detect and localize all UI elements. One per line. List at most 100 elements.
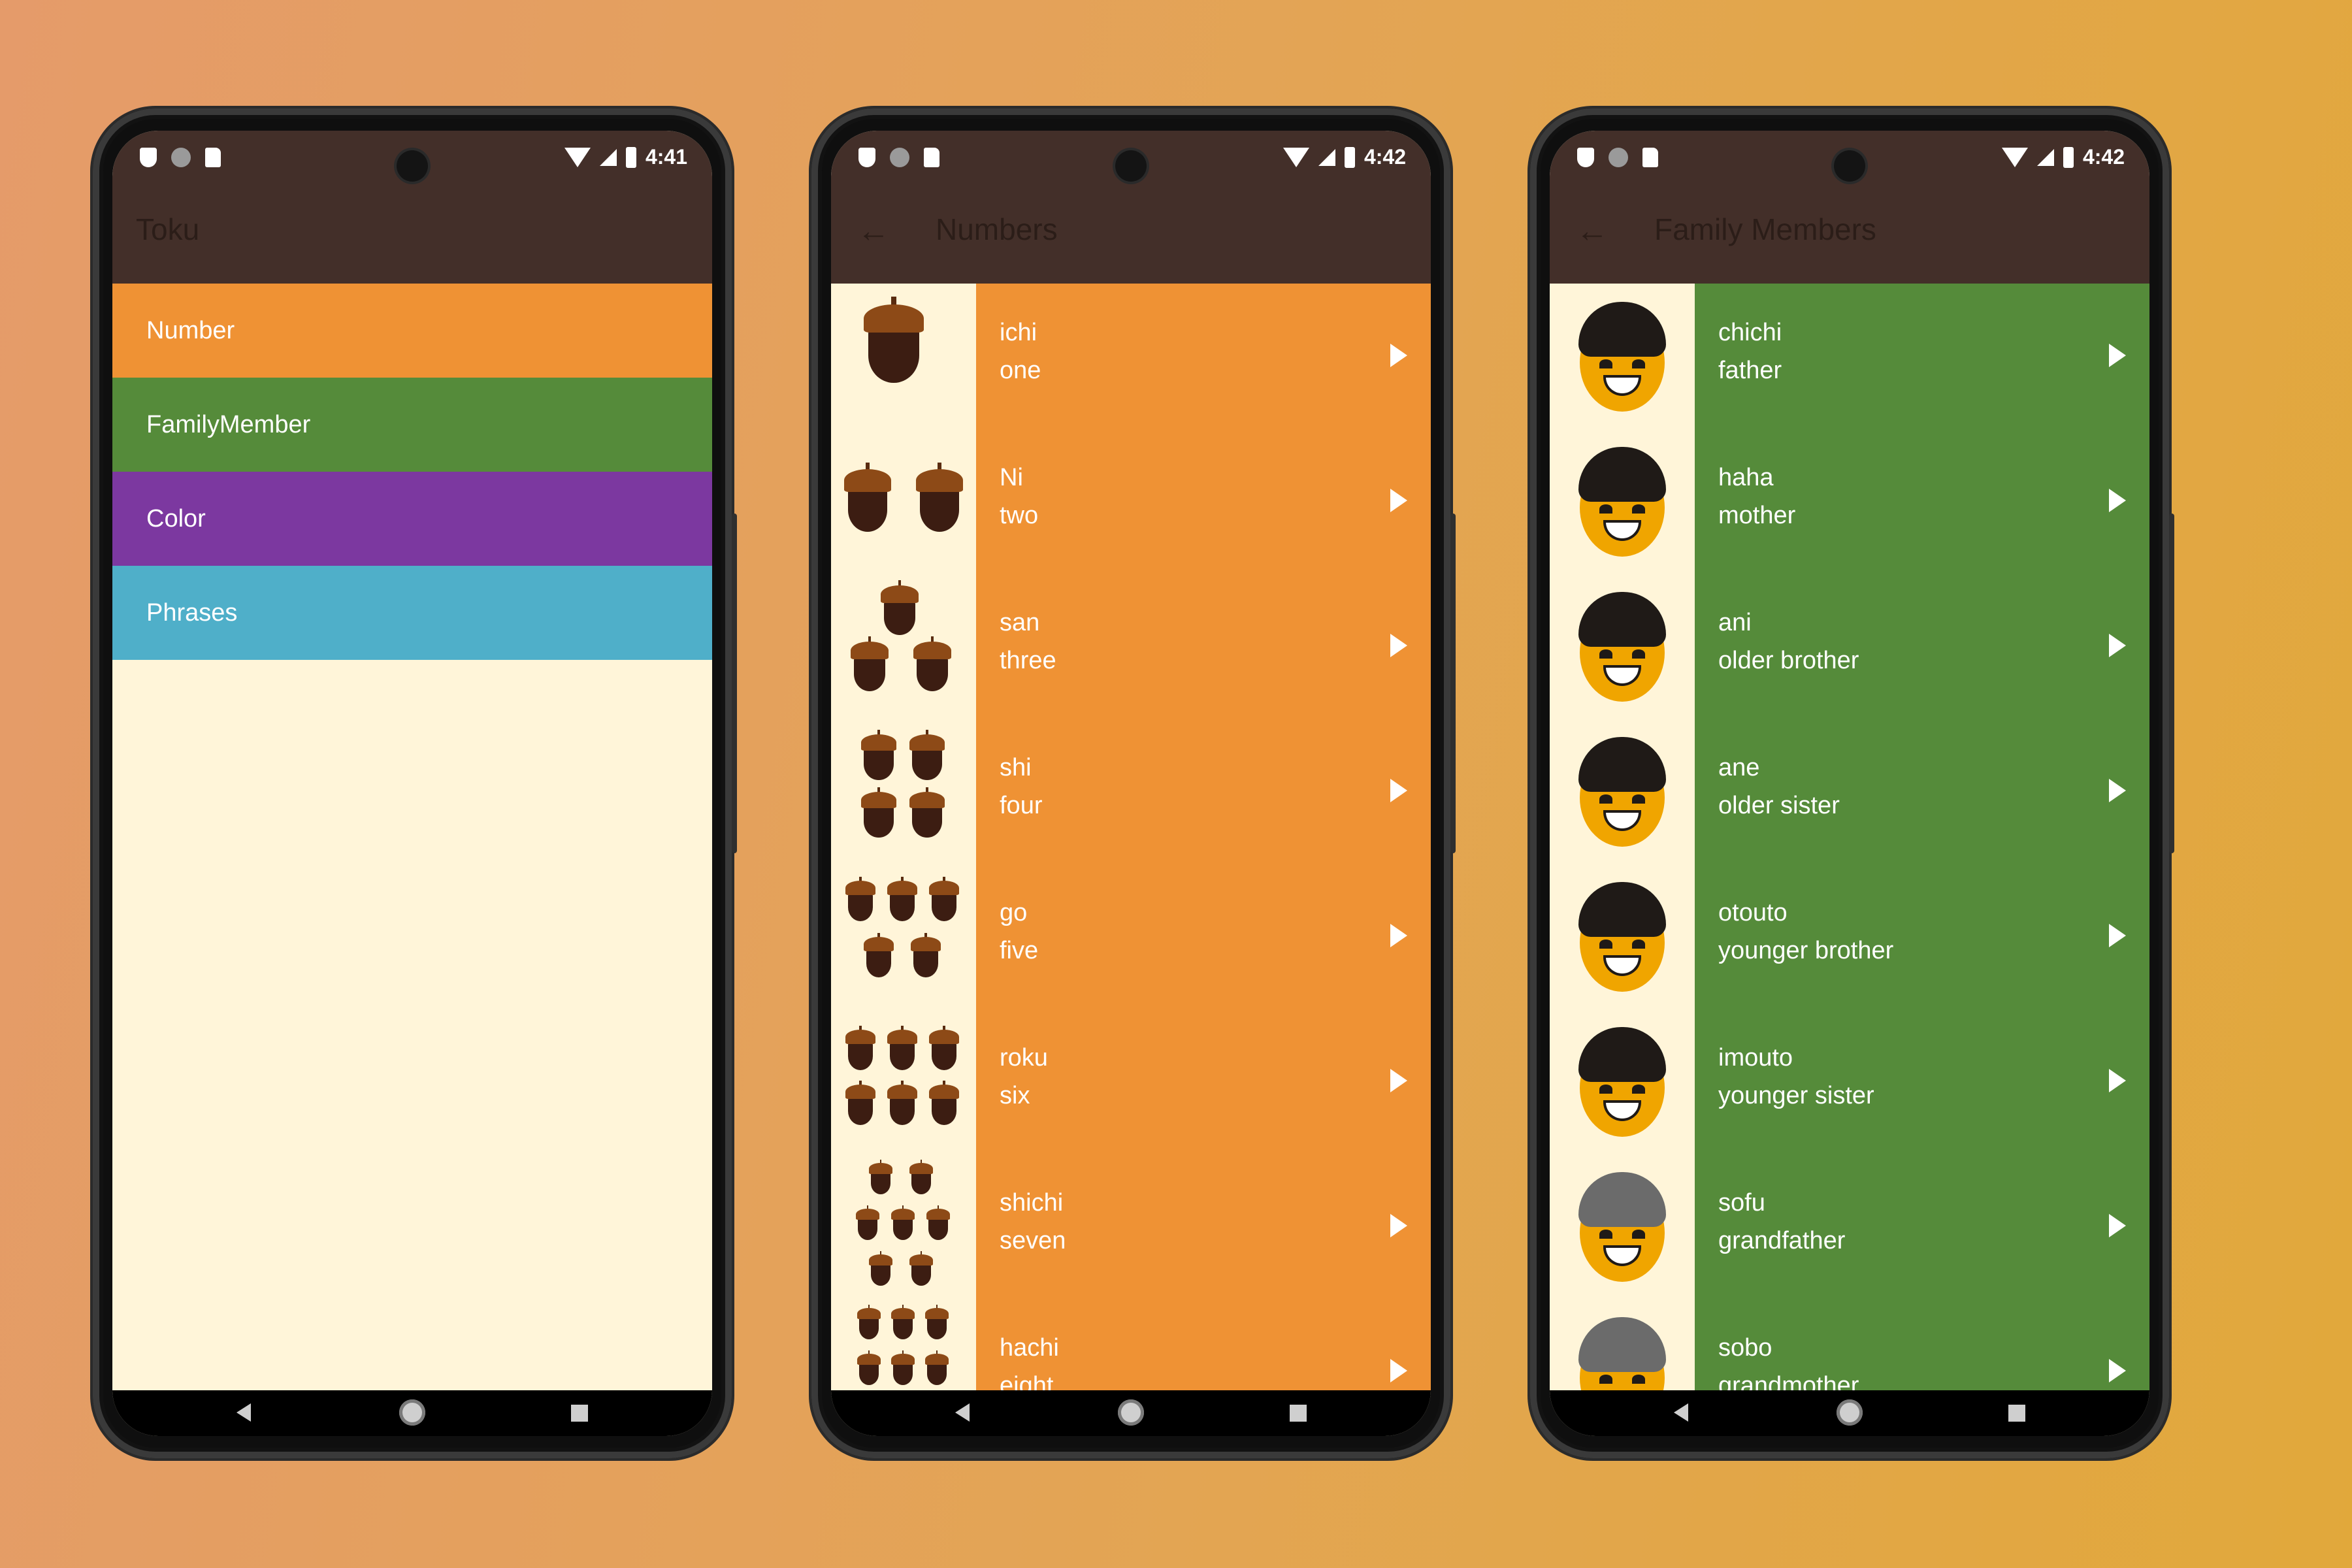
acorn-icon [881, 580, 919, 635]
face-icon [1576, 882, 1669, 993]
back-arrow-icon[interactable]: ← [857, 214, 890, 247]
item-text-area: sobo grandmother [1695, 1299, 2149, 1390]
list-item[interactable]: go five [831, 864, 1431, 1009]
play-icon[interactable] [1390, 489, 1407, 512]
list-item[interactable]: ani older brother [1550, 574, 2149, 719]
item-text-area: shichi seven [976, 1154, 1431, 1299]
list-item[interactable]: roku six [831, 1009, 1431, 1154]
play-icon[interactable] [1390, 779, 1407, 802]
nav-home-icon[interactable] [1837, 1399, 1863, 1426]
page-title: Numbers [936, 212, 1058, 246]
play-icon[interactable] [2109, 1359, 2126, 1382]
wifi-icon [1282, 147, 1309, 167]
acorn-icon [925, 1305, 949, 1339]
english-word: six [1000, 1082, 1030, 1109]
nav-back-icon[interactable] [237, 1403, 251, 1422]
acorn-icon [861, 730, 896, 780]
list-item[interactable]: shichi seven [831, 1154, 1431, 1299]
list-item[interactable]: sobo grandmother [1550, 1299, 2149, 1390]
acorn-icon [891, 1305, 915, 1339]
play-icon[interactable] [2109, 779, 2126, 802]
item-text-area: Ni two [976, 429, 1431, 574]
play-icon[interactable] [1390, 344, 1407, 367]
wifi-icon [564, 147, 591, 167]
english-word: three [1000, 647, 1056, 674]
play-icon[interactable] [2109, 924, 2126, 947]
list-item[interactable]: otouto younger brother [1550, 864, 2149, 1009]
japanese-word: ane [1718, 754, 1760, 781]
nav-home-icon[interactable] [399, 1399, 425, 1426]
list-item[interactable]: ichi one [831, 284, 1431, 429]
list-item[interactable]: shi four [831, 719, 1431, 864]
acorn-icon [845, 1025, 875, 1070]
play-icon[interactable] [2109, 634, 2126, 657]
person-image [1550, 864, 1695, 1009]
acorn-icon [857, 1350, 881, 1385]
japanese-word: go [1000, 899, 1028, 926]
face-icon [1576, 1027, 1669, 1138]
shield-icon [140, 148, 157, 167]
play-icon[interactable] [1390, 634, 1407, 657]
acorn-icon [929, 876, 959, 921]
battery-icon [1344, 146, 1355, 168]
category-number[interactable]: Number [112, 284, 712, 378]
japanese-word: haha [1718, 464, 1774, 491]
nav-back-icon[interactable] [1674, 1403, 1688, 1422]
acorn-icon [925, 1350, 949, 1385]
acorn-image [831, 284, 976, 429]
acorn-icon [845, 876, 875, 921]
japanese-word: roku [1000, 1044, 1048, 1071]
item-text-area: otouto younger brother [1695, 864, 2149, 1009]
play-icon[interactable] [2109, 489, 2126, 512]
page-title: Toku [136, 212, 200, 246]
play-icon[interactable] [1390, 924, 1407, 947]
acorn-icon [864, 297, 924, 383]
japanese-word: shi [1000, 754, 1032, 781]
nav-recent-icon[interactable] [2008, 1405, 2025, 1422]
nav-back-icon[interactable] [955, 1403, 970, 1422]
back-arrow-icon[interactable]: ← [1576, 214, 1609, 247]
list-item[interactable]: imouto younger sister [1550, 1009, 2149, 1154]
person-image [1550, 719, 1695, 864]
acorn-icon [929, 1080, 959, 1125]
sim-card-icon [924, 148, 939, 167]
screen: 4:42 ← Numbers ichi one Ni two san three shi fo… [831, 131, 1431, 1436]
category-family-member[interactable]: FamilyMember [112, 378, 712, 472]
list-item[interactable]: haha mother [1550, 429, 2149, 574]
english-word: one [1000, 357, 1041, 384]
list-item[interactable]: sofu grandfather [1550, 1154, 2149, 1299]
play-icon[interactable] [1390, 1069, 1407, 1092]
play-icon[interactable] [2109, 1069, 2126, 1092]
category-phrases[interactable]: Phrases [112, 566, 712, 660]
phone-home: 4:41 Toku Number FamilyMember Color Phra… [93, 108, 737, 1458]
person-image [1550, 1154, 1695, 1299]
list-item[interactable]: ane older sister [1550, 719, 2149, 864]
item-text-area: chichi father [1695, 284, 2149, 429]
list-item[interactable]: hachi eight [831, 1299, 1431, 1390]
acorn-icon [909, 787, 945, 838]
front-camera [1115, 150, 1147, 182]
nav-recent-icon[interactable] [571, 1405, 588, 1422]
item-text-area: shi four [976, 719, 1431, 864]
item-text-area: san three [976, 574, 1431, 719]
list-item[interactable]: chichi father [1550, 284, 2149, 429]
acorn-icon [869, 1160, 892, 1194]
acorn-icon [909, 730, 945, 780]
english-word: younger sister [1718, 1082, 1874, 1109]
face-icon [1576, 1317, 1669, 1390]
category-color[interactable]: Color [112, 472, 712, 566]
notification-dot-icon [171, 148, 191, 167]
front-camera [1834, 150, 1865, 182]
japanese-word: Ni [1000, 464, 1023, 491]
nav-recent-icon[interactable] [1290, 1405, 1307, 1422]
status-bar: 4:42 [831, 131, 1431, 186]
play-icon[interactable] [2109, 1214, 2126, 1237]
play-icon[interactable] [2109, 344, 2126, 367]
list-item[interactable]: san three [831, 574, 1431, 719]
play-icon[interactable] [1390, 1214, 1407, 1237]
english-word: older brother [1718, 647, 1859, 674]
nav-home-icon[interactable] [1118, 1399, 1144, 1426]
play-icon[interactable] [1390, 1359, 1407, 1382]
item-text-area: ichi one [976, 284, 1431, 429]
list-item[interactable]: Ni two [831, 429, 1431, 574]
